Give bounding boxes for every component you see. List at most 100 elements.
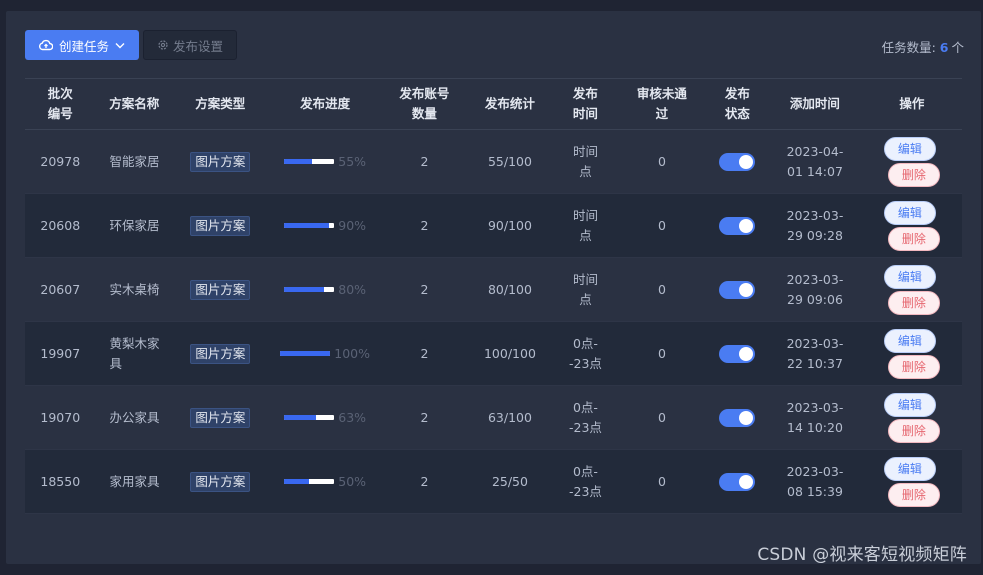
progress-cell: 63% [268, 408, 383, 428]
status-cell [707, 216, 769, 236]
publish-stats: 25/50 [491, 473, 528, 489]
delete-button[interactable]: 删除 [887, 290, 940, 315]
progress-bar-group: 55% [268, 152, 383, 172]
progress-bar-group: 63% [268, 408, 383, 428]
batch-id: 20978 [40, 153, 81, 169]
progress-bar-fill [284, 479, 310, 484]
publish-status-toggle[interactable] [719, 473, 756, 491]
publish-status-toggle[interactable] [719, 281, 756, 299]
delete-button[interactable]: 删除 [887, 354, 940, 379]
progress-percent: 100% [334, 345, 371, 361]
publish-status-toggle[interactable] [719, 345, 756, 363]
delete-button[interactable]: 删除 [887, 226, 940, 251]
task-count-unit: 个 [951, 40, 964, 55]
column-header: 操作 [899, 96, 925, 111]
toggle-knob [739, 411, 754, 425]
column-header: 添加时间 [789, 96, 840, 111]
progress-bar-fill [284, 223, 330, 228]
edit-button[interactable]: 编辑 [883, 456, 936, 481]
plan-type-tag: 图片方案 [190, 343, 251, 364]
plan-type-tag: 图片方案 [190, 215, 251, 236]
batch-id: 20608 [40, 217, 81, 233]
status-cell [707, 472, 769, 492]
table-row: 20978 智能家居 图片方案 55% 2 55/100 时间 点 0 2023-04- 01 … [25, 130, 962, 194]
task-count-label: 任务数量: [881, 40, 936, 55]
toggle-knob [739, 347, 754, 361]
added-time: 2023-03- 08 15:39 [786, 463, 844, 499]
edit-button[interactable]: 编辑 [883, 200, 936, 225]
progress-bar [284, 479, 335, 484]
delete-button[interactable]: 删除 [887, 482, 940, 507]
plan-type-tag: 图片方案 [190, 471, 251, 492]
progress-bar-group: 50% [268, 472, 383, 492]
plan-type-cell: 图片方案 [173, 151, 267, 172]
create-task-label: 创建任务 [58, 38, 109, 54]
toggle-knob [739, 475, 754, 489]
column-header: 发布账号 数量 [399, 86, 450, 121]
create-task-button[interactable]: 创建任务 [25, 30, 139, 60]
account-count: 2 [420, 217, 429, 233]
row-actions: 编辑 删除 [862, 456, 962, 507]
table-row: 19070 办公家具 图片方案 63% 2 63/100 0点- -23点 0 2023-03-… [25, 386, 962, 450]
actions-cell: 编辑 删除 [862, 264, 962, 315]
rejected-count: 0 [658, 217, 666, 233]
batch-id: 19907 [40, 345, 81, 361]
publish-stats: 63/100 [487, 409, 532, 425]
progress-bar [280, 351, 331, 356]
progress-cell: 80% [268, 280, 383, 300]
publish-time: 时间 点 [572, 207, 598, 243]
plan-name: 办公家具 [109, 409, 160, 425]
table-row: 20608 环保家居 图片方案 90% 2 90/100 时间 点 0 2023-03- 29 … [25, 194, 962, 258]
edit-button[interactable]: 编辑 [883, 392, 936, 417]
actions-cell: 编辑 删除 [862, 392, 962, 443]
chevron-down-icon [115, 42, 125, 48]
progress-percent: 90% [338, 217, 367, 233]
row-actions: 编辑 删除 [862, 328, 962, 379]
plan-type-tag: 图片方案 [190, 407, 251, 428]
publish-stats: 55/100 [487, 153, 532, 169]
task-count-value: 6 [939, 40, 949, 55]
publish-status-toggle[interactable] [719, 409, 756, 427]
added-time: 2023-03- 22 10:37 [786, 335, 844, 371]
column-header: 发布统计 [484, 96, 535, 111]
publish-stats: 100/100 [483, 345, 536, 361]
batch-id: 20607 [40, 281, 81, 297]
plan-name: 家用家具 [109, 473, 160, 489]
publish-time: 0点- -23点 [569, 463, 602, 499]
progress-bar [284, 287, 335, 292]
rejected-count: 0 [658, 281, 666, 297]
plan-type-cell: 图片方案 [173, 471, 267, 492]
edit-button[interactable]: 编辑 [883, 136, 936, 161]
progress-bar-fill [284, 415, 316, 420]
plan-type-cell: 图片方案 [173, 215, 267, 236]
edit-button[interactable]: 编辑 [883, 328, 936, 353]
table-row: 19907 黄梨木家 具 图片方案 100% 2 100/100 0点- -23点 0 2023… [25, 322, 962, 386]
account-count: 2 [420, 281, 429, 297]
progress-bar-group: 90% [268, 216, 383, 236]
row-actions: 编辑 删除 [862, 200, 962, 251]
task-count: 任务数量: 6 个 [882, 37, 964, 56]
task-table: 批次 编号 方案名称 方案类型 发布进度 发布账号 数量 发布统计 发布 时间 审核未通 过 发… [25, 78, 962, 514]
progress-bar [284, 415, 335, 420]
table-body: 20978 智能家居 图片方案 55% 2 55/100 时间 点 0 2023-04- 01 … [25, 130, 962, 514]
progress-bar-fill [284, 287, 325, 292]
publish-status-toggle[interactable] [719, 153, 756, 171]
publish-settings-button[interactable]: 发布设置 [143, 30, 237, 60]
batch-id: 18550 [40, 473, 81, 489]
progress-percent: 80% [338, 281, 367, 297]
delete-button[interactable]: 删除 [887, 162, 940, 187]
account-count: 2 [420, 473, 429, 489]
row-actions: 编辑 删除 [862, 392, 962, 443]
toggle-knob [739, 155, 754, 169]
row-actions: 编辑 删除 [862, 264, 962, 315]
delete-button[interactable]: 删除 [887, 418, 940, 443]
progress-cell: 55% [268, 152, 383, 172]
progress-percent: 55% [338, 153, 367, 169]
batch-id: 19070 [40, 409, 81, 425]
rejected-count: 0 [658, 345, 666, 361]
table-header: 批次 编号 方案名称 方案类型 发布进度 发布账号 数量 发布统计 发布 时间 审核未通 过 发… [25, 78, 962, 130]
plan-name: 黄梨木家 具 [109, 335, 160, 371]
edit-button[interactable]: 编辑 [883, 264, 936, 289]
rejected-count: 0 [658, 409, 666, 425]
publish-status-toggle[interactable] [719, 217, 756, 235]
